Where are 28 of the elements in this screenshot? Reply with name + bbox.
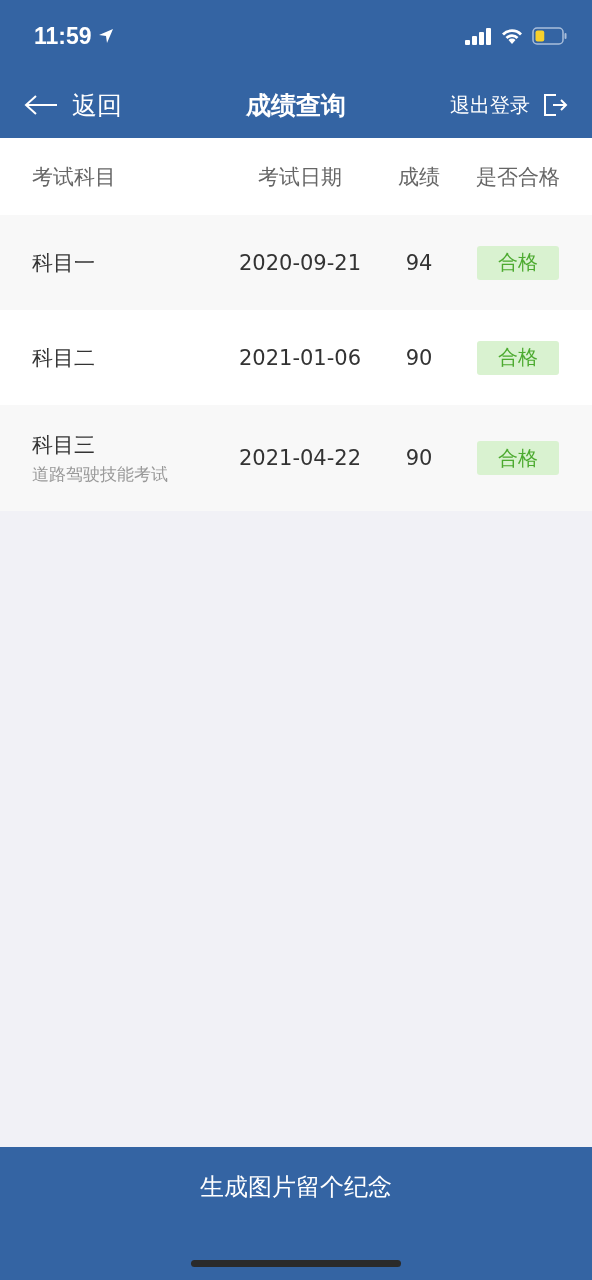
location-icon: [97, 28, 114, 44]
column-header: 考试日期: [257, 163, 343, 191]
subject-note: 道路驾驶技能考试: [32, 462, 169, 486]
column-header: 成绩: [397, 163, 441, 191]
status-time: 11:59: [34, 22, 92, 50]
generate-image-button[interactable]: 生成图片留个纪念: [180, 1167, 412, 1207]
wifi-icon: [500, 27, 524, 45]
subject-cell-text: 科目三: [32, 431, 96, 459]
result-badge: 合格: [477, 340, 559, 375]
score-cell-text: 94: [404, 250, 434, 275]
back-button[interactable]: 返回: [24, 88, 122, 122]
date-cell-text: 2021-04-22: [237, 446, 362, 470]
page-title: 成绩查询: [246, 89, 346, 122]
signal-icon: [465, 27, 492, 45]
result-badge: 合格: [477, 245, 559, 280]
battery-icon: [532, 27, 568, 45]
subject-cell-text: 科目一: [32, 249, 96, 277]
date-cell-text: 2020-09-21: [237, 250, 362, 275]
result-badge: 合格: [477, 441, 559, 475]
back-arrow-icon: [24, 94, 58, 116]
date-cell-text: 2021-01-06: [237, 345, 362, 370]
column-header: 是否合格: [475, 163, 561, 191]
subject-cell-text: 科目二: [32, 344, 96, 372]
column-header: 考试科目: [32, 163, 117, 191]
logout-icon: [542, 92, 568, 118]
score-cell-text: 90: [404, 345, 434, 370]
score-cell-text: 90: [404, 446, 434, 470]
logout-button[interactable]: 退出登录: [450, 91, 568, 119]
